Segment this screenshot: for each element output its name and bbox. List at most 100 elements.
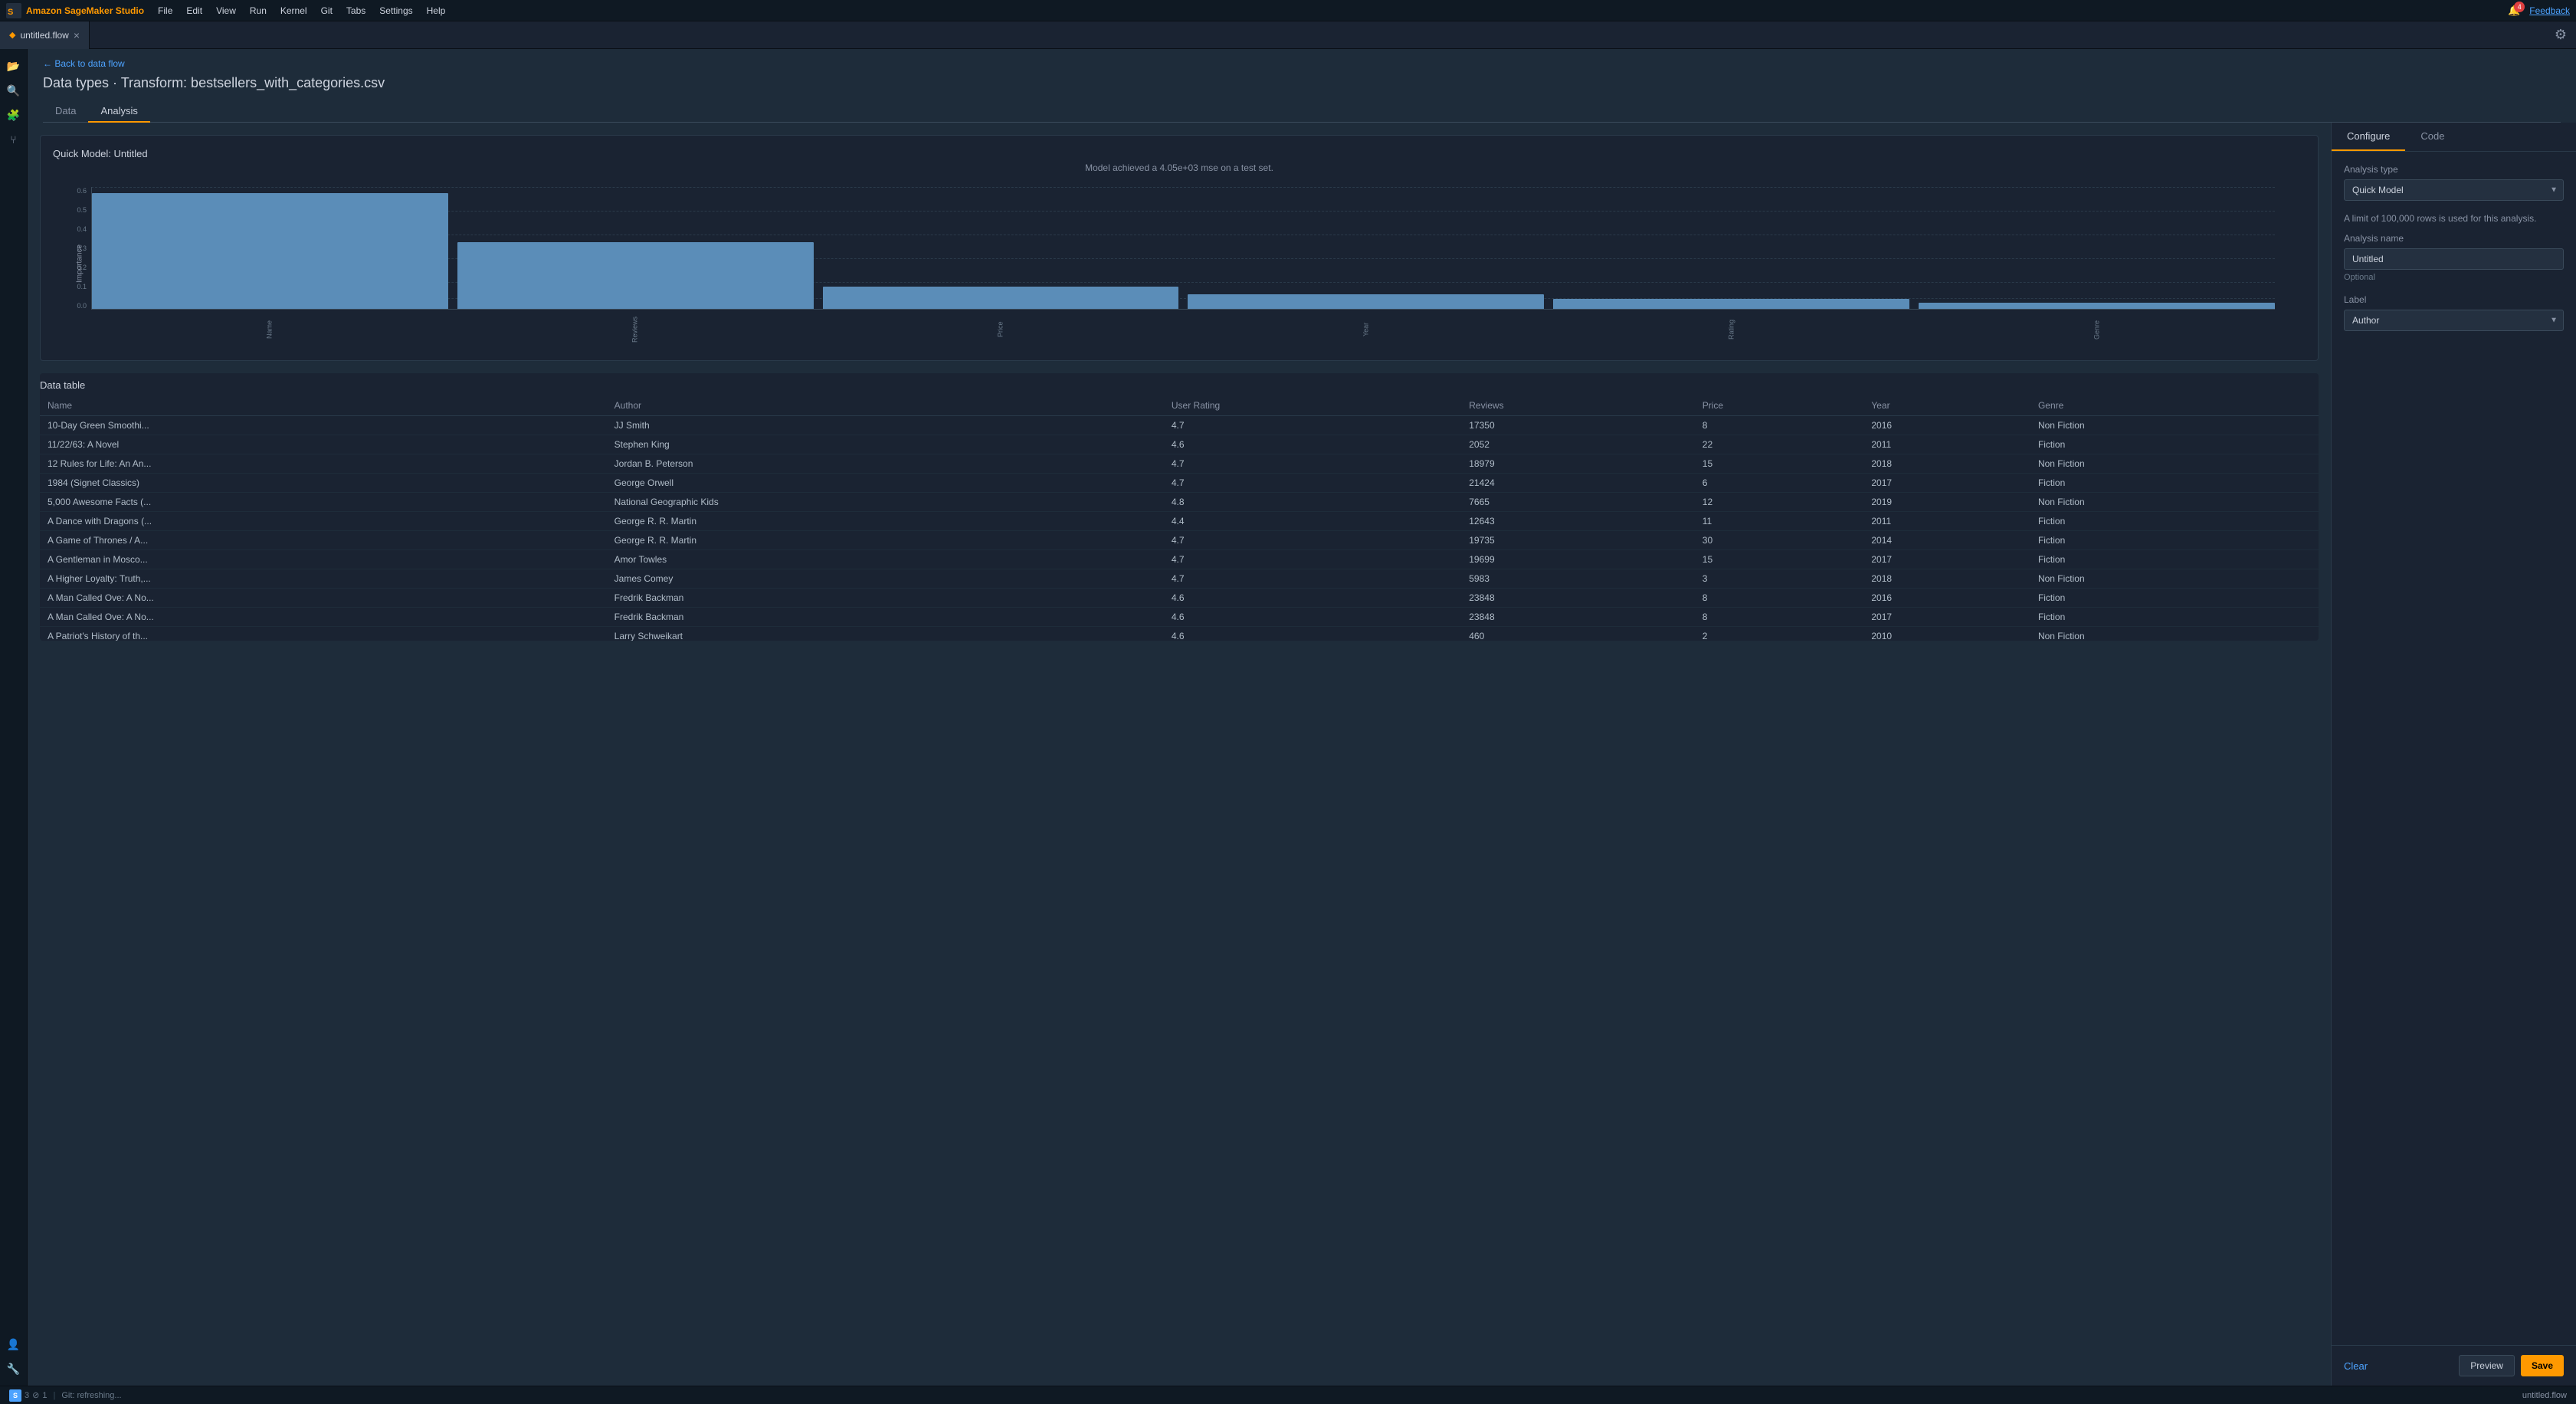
cell-5-3: 12643 [1461, 512, 1695, 531]
cell-0-6: Non Fiction [2030, 416, 2319, 435]
bar-rating [1553, 187, 1909, 309]
cell-1-4: 22 [1695, 435, 1864, 454]
back-link[interactable]: ← Back to data flow [43, 58, 2561, 69]
x-label-year: Year [1188, 313, 1544, 346]
table-row: A Man Called Ove: A No...Fredrik Backman… [40, 608, 2319, 627]
menu-run[interactable]: Run [244, 4, 273, 18]
tab-analysis[interactable]: Analysis [88, 100, 149, 123]
cell-7-5: 2017 [1863, 550, 2030, 569]
file-tab[interactable]: ◆ untitled.flow × [0, 21, 90, 49]
status-1: 3 [25, 1391, 29, 1400]
analysis-name-input[interactable] [2344, 248, 2564, 270]
cell-8-4: 3 [1695, 569, 1864, 589]
cell-0-4: 8 [1695, 416, 1864, 435]
cell-1-1: Stephen King [607, 435, 1164, 454]
cell-6-2: 4.7 [1164, 531, 1461, 550]
settings-gear-icon[interactable]: ⚙ [2555, 27, 2567, 42]
right-tab-configure[interactable]: Configure [2332, 123, 2405, 151]
menu-tabs[interactable]: Tabs [340, 4, 372, 18]
notification-bell[interactable]: 🔔 4 [2508, 5, 2520, 17]
cell-4-5: 2019 [1863, 493, 2030, 512]
cell-8-3: 5983 [1461, 569, 1695, 589]
svg-text:S: S [8, 8, 13, 17]
table-row: A Game of Thrones / A...George R. R. Mar… [40, 531, 2319, 550]
analysis-type-group: Analysis type Quick Model Quick Model - … [2344, 164, 2564, 201]
data-table: Name Author User Rating Reviews Price Ye… [40, 395, 2319, 641]
cell-6-3: 19735 [1461, 531, 1695, 550]
sidebar-search-icon[interactable]: 🔍 [3, 80, 25, 101]
sidebar-user-icon[interactable]: 👤 [3, 1333, 25, 1355]
cell-3-2: 4.7 [1164, 474, 1461, 493]
menu-kernel[interactable]: Kernel [274, 4, 313, 18]
chart-subtitle: Model achieved a 4.05e+03 mse on a test … [53, 162, 2306, 173]
cell-1-5: 2011 [1863, 435, 2030, 454]
menu-git[interactable]: Git [315, 4, 339, 18]
cell-6-1: George R. R. Martin [607, 531, 1164, 550]
analysis-type-select[interactable]: Quick Model Quick Model - XGBoost Histog… [2344, 179, 2564, 201]
analysis-type-select-wrapper: Quick Model Quick Model - XGBoost Histog… [2344, 179, 2564, 201]
cell-4-4: 12 [1695, 493, 1864, 512]
table-header: Name Author User Rating Reviews Price Ye… [40, 395, 2319, 416]
right-tab-code[interactable]: Code [2405, 123, 2460, 151]
cell-9-3: 23848 [1461, 589, 1695, 608]
tab-data[interactable]: Data [43, 100, 88, 123]
cell-2-6: Non Fiction [2030, 454, 2319, 474]
left-panel: Quick Model: Untitled Model achieved a 4… [28, 123, 2331, 1386]
table-wrapper[interactable]: Name Author User Rating Reviews Price Ye… [40, 395, 2319, 641]
bar-price-fill [823, 287, 1179, 309]
menu-view[interactable]: View [210, 4, 242, 18]
preview-button[interactable]: Preview [2459, 1355, 2515, 1376]
menu-help[interactable]: Help [421, 4, 452, 18]
menu-settings[interactable]: Settings [373, 4, 418, 18]
tab-label: untitled.flow [20, 30, 68, 41]
sidebar-extension-icon[interactable]: 🧩 [3, 104, 25, 126]
cell-7-4: 15 [1695, 550, 1864, 569]
cell-2-3: 18979 [1461, 454, 1695, 474]
bar-name-fill [92, 193, 448, 309]
content-area: ← Back to data flow Data types · Transfo… [28, 49, 2576, 1386]
cell-3-5: 2017 [1863, 474, 2030, 493]
cell-11-2: 4.6 [1164, 627, 1461, 641]
cell-0-3: 17350 [1461, 416, 1695, 435]
chart-section: Quick Model: Untitled Model achieved a 4… [40, 135, 2319, 361]
cell-3-6: Fiction [2030, 474, 2319, 493]
y-label-5: 0.1 [77, 283, 87, 290]
label-label: Label [2344, 294, 2564, 305]
cell-10-5: 2017 [1863, 608, 2030, 627]
cell-11-5: 2010 [1863, 627, 2030, 641]
cell-8-2: 4.7 [1164, 569, 1461, 589]
menu-edit[interactable]: Edit [180, 4, 208, 18]
bar-genre [1919, 187, 2275, 309]
y-label-0: 0.6 [77, 187, 87, 195]
table-row: A Dance with Dragons (...George R. R. Ma… [40, 512, 2319, 531]
cell-2-4: 15 [1695, 454, 1864, 474]
cell-1-6: Fiction [2030, 435, 2319, 454]
cell-9-2: 4.6 [1164, 589, 1461, 608]
cell-4-3: 7665 [1461, 493, 1695, 512]
sidebar-folder-icon[interactable]: 📂 [3, 55, 25, 77]
y-label-1: 0.5 [77, 206, 87, 214]
content-tabs: Data Analysis [43, 100, 2561, 123]
data-table-section: Data table Name Author User Rating Revie… [40, 373, 2319, 641]
analysis-type-label: Analysis type [2344, 164, 2564, 175]
cell-7-0: A Gentleman in Mosco... [40, 550, 607, 569]
clear-button[interactable]: Clear [2344, 1360, 2368, 1372]
x-label-name: Name [91, 313, 447, 346]
col-author: Author [607, 395, 1164, 416]
sidebar-tools-icon[interactable]: 🔧 [3, 1358, 25, 1379]
app-title: Amazon SageMaker Studio [26, 5, 144, 16]
sidebar-git-icon[interactable]: ⑂ [3, 129, 25, 150]
feedback-button[interactable]: Feedback [2529, 5, 2570, 16]
bar-genre-fill [1919, 303, 2275, 309]
save-button[interactable]: Save [2521, 1355, 2564, 1376]
bar-reviews [457, 187, 814, 309]
menu-file[interactable]: File [152, 4, 179, 18]
cell-3-1: George Orwell [607, 474, 1164, 493]
cell-11-3: 460 [1461, 627, 1695, 641]
cell-5-4: 11 [1695, 512, 1864, 531]
cell-5-2: 4.4 [1164, 512, 1461, 531]
cell-2-1: Jordan B. Peterson [607, 454, 1164, 474]
label-select[interactable]: Author Name User Rating Reviews Price Ye… [2344, 310, 2564, 331]
table-row: A Patriot's History of th...Larry Schwei… [40, 627, 2319, 641]
tab-close-button[interactable]: × [74, 30, 80, 41]
